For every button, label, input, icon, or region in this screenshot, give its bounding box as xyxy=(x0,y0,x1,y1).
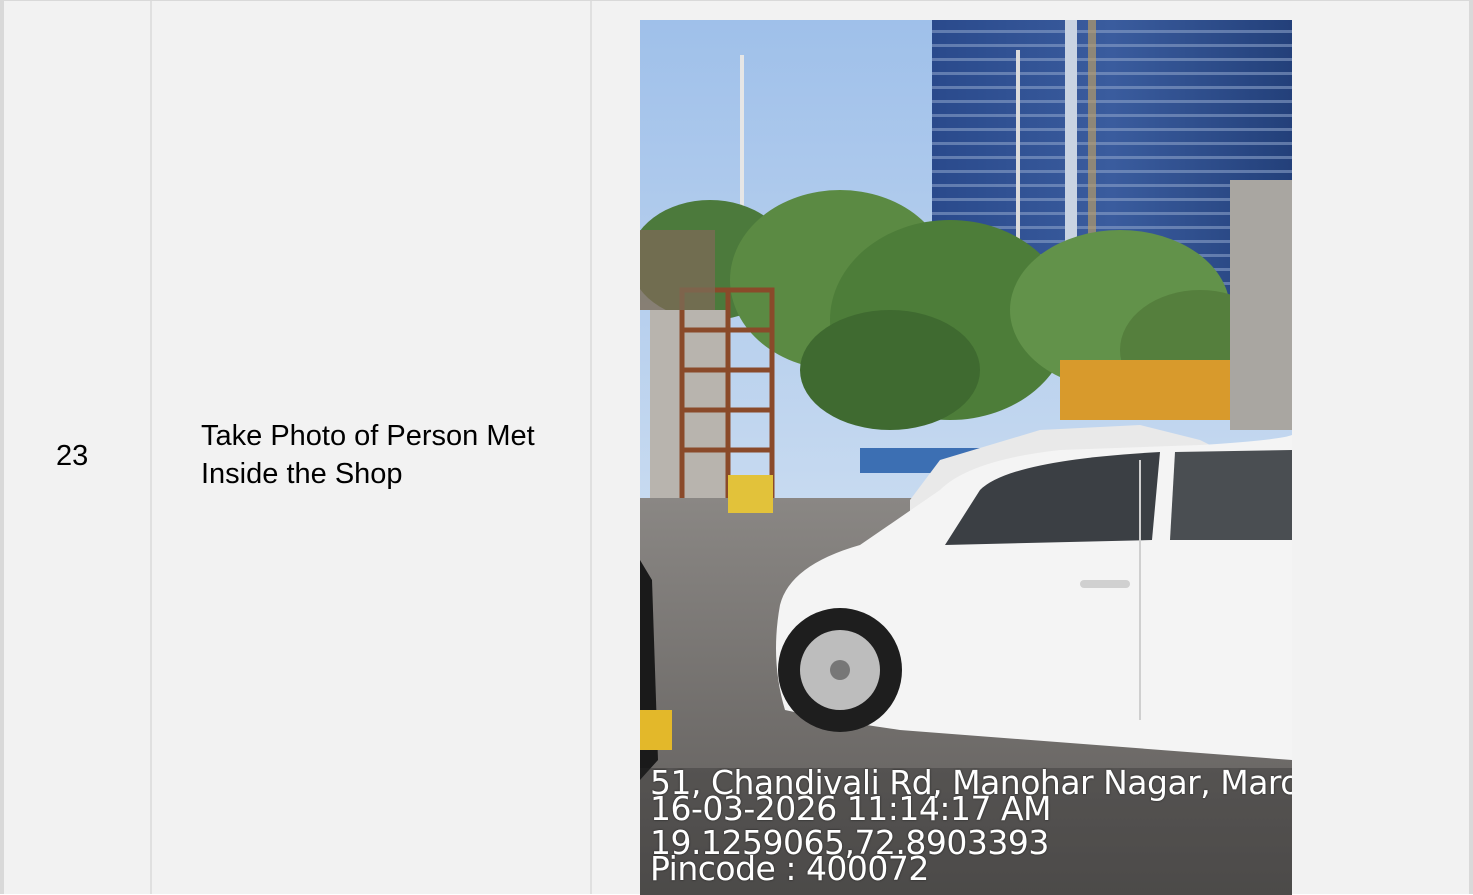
task-cell: Take Photo of Person Met Inside the Shop xyxy=(152,1,592,894)
row-number-cell: 23 xyxy=(0,1,152,894)
photo-stamp-pincode: Pincode : 400072 xyxy=(650,849,929,888)
report-table: 23 Take Photo of Person Met Inside the S… xyxy=(0,0,1473,895)
photo-stamp-datetime: 16-03-2026 11:14:17 AM xyxy=(650,789,1052,828)
geotagged-photo[interactable]: 51, Chandivali Rd, Manohar Nagar, Marol,… xyxy=(640,20,1292,895)
row-number: 23 xyxy=(56,440,89,472)
photo-cell: 51, Chandivali Rd, Manohar Nagar, Marol,… xyxy=(592,1,1473,895)
task-description: Take Photo of Person Met Inside the Shop xyxy=(201,420,535,490)
